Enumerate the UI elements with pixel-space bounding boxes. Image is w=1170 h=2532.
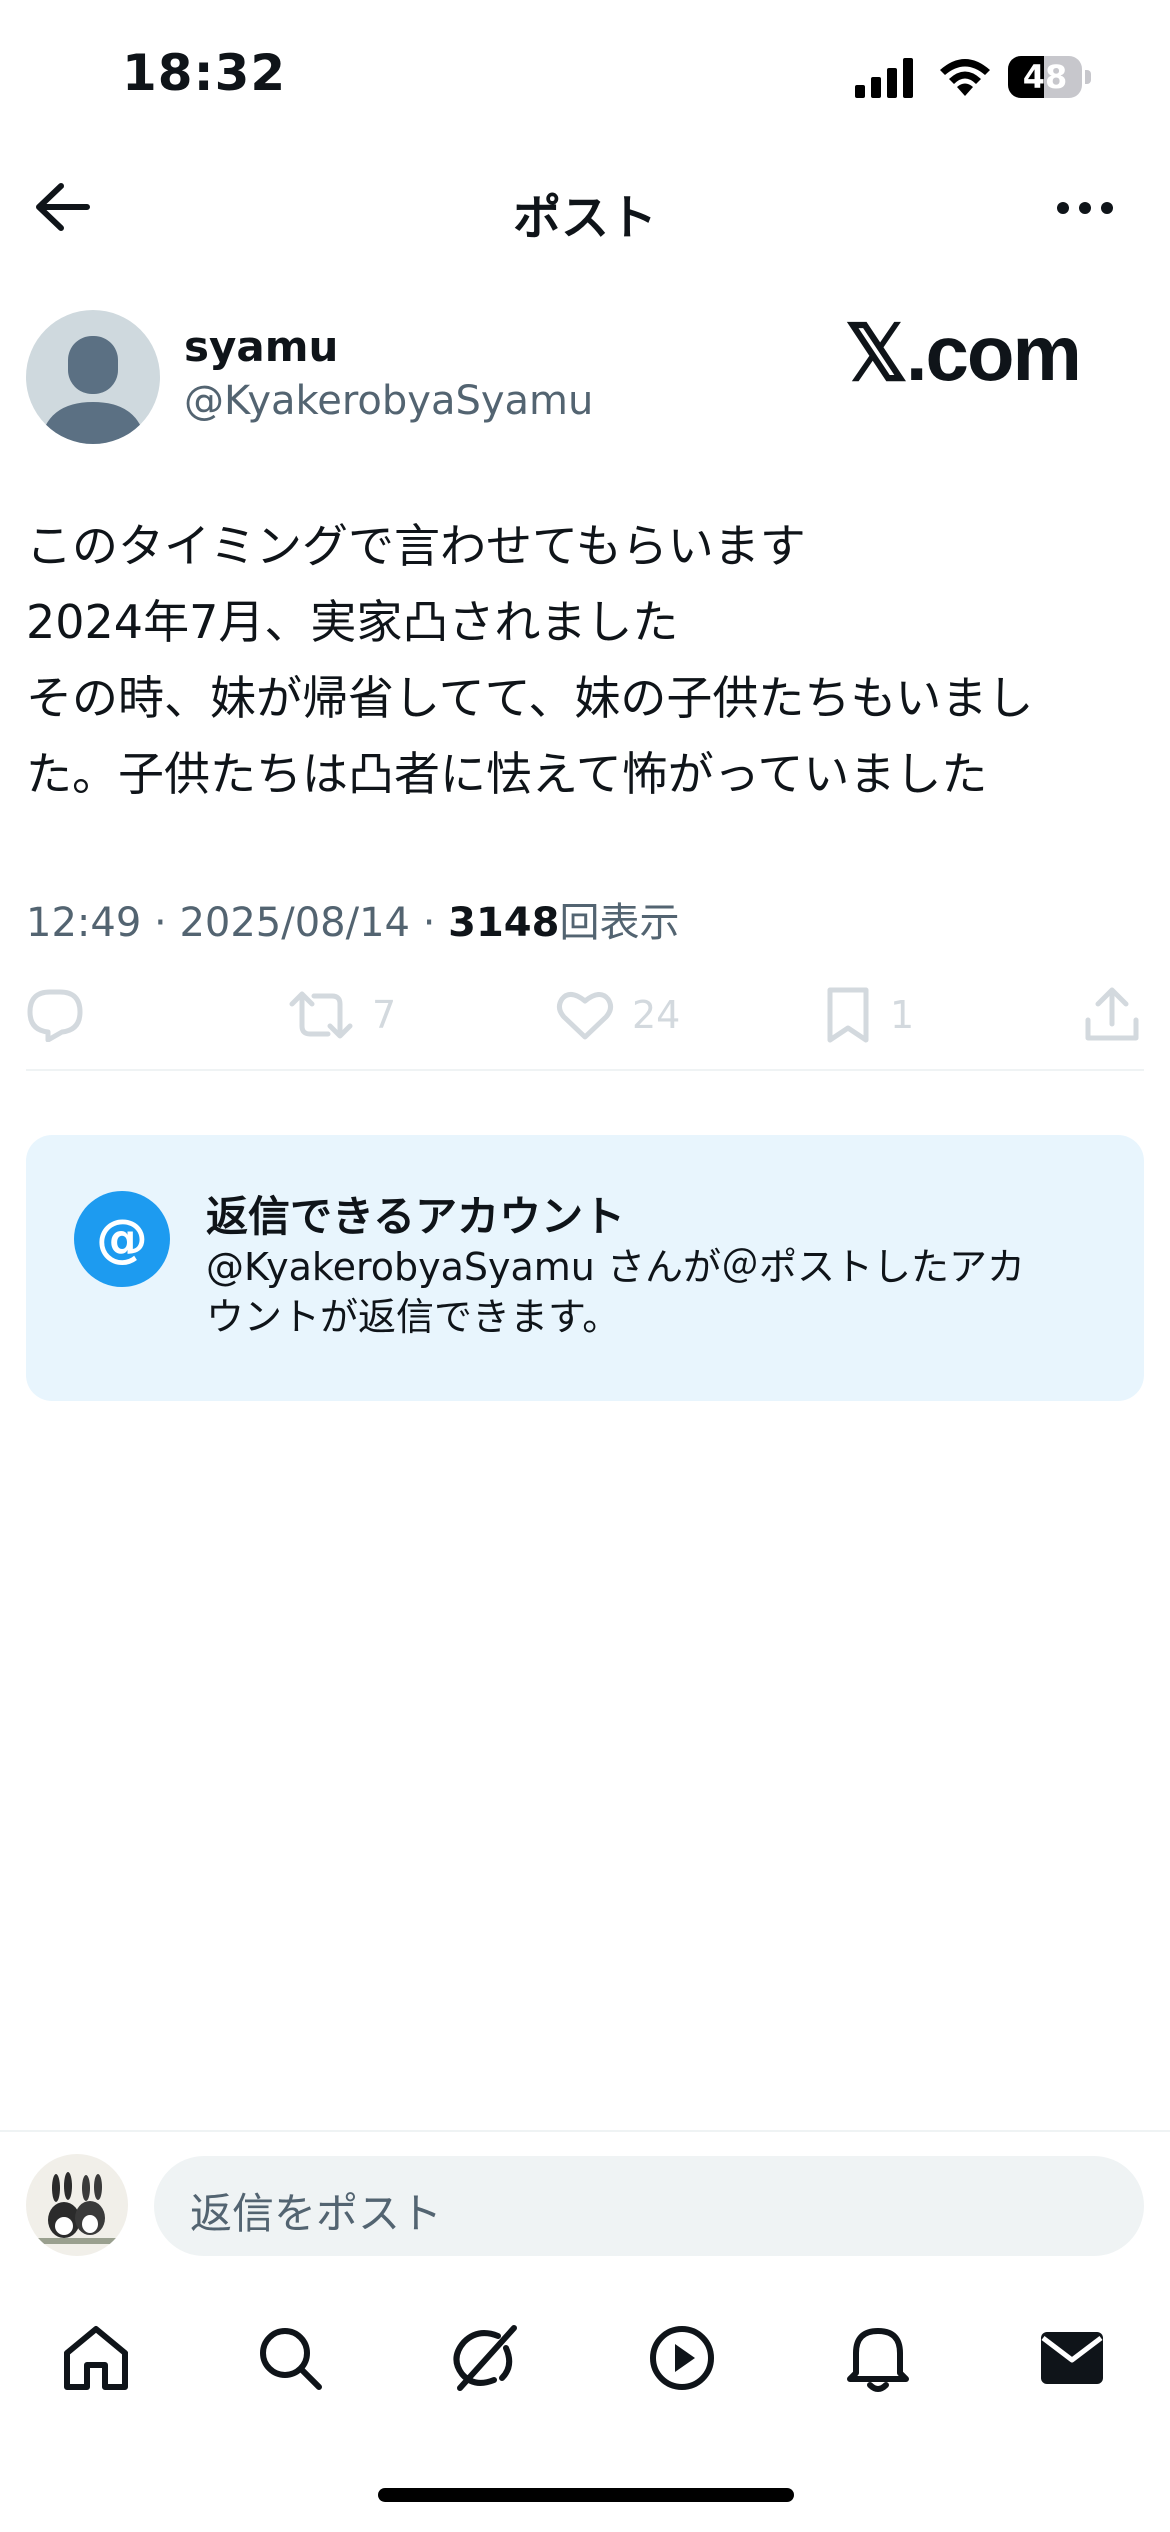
battery-level: 48 xyxy=(1022,58,1068,96)
tab-messages[interactable] xyxy=(1034,2320,1110,2396)
post-meta: 12:49 · 2025/08/14 · 3148回表示 xyxy=(26,890,679,948)
repost-count: 7 xyxy=(372,993,397,1037)
video-icon xyxy=(650,2326,714,2390)
views-label: 回表示 xyxy=(559,900,680,946)
post-date: 2025/08/14 xyxy=(179,900,410,946)
home-indicator xyxy=(378,2488,794,2502)
meta-separator: · xyxy=(141,900,180,946)
user-avatar[interactable] xyxy=(26,2154,128,2256)
bookmark-button[interactable]: 1 xyxy=(824,985,914,1045)
tab-search[interactable] xyxy=(252,2320,328,2396)
author-handle[interactable]: @KyakerobyaSyamu xyxy=(184,378,593,424)
post-line: このタイミングで言わせてもらいます xyxy=(26,519,806,573)
bookmark-icon xyxy=(827,987,869,1043)
bookmark-count: 1 xyxy=(890,993,915,1037)
rabbits-avatar-image xyxy=(36,2172,118,2244)
tab-video[interactable] xyxy=(644,2320,720,2396)
author-name[interactable]: syamu xyxy=(184,322,338,371)
signal-icon xyxy=(855,58,913,98)
page-title: ポスト xyxy=(512,190,657,246)
post-line: その時、妹が帰省してて、妹の子供たちもいまし xyxy=(26,671,1034,725)
notifications-icon xyxy=(847,2328,909,2392)
post-time: 12:49 xyxy=(26,900,142,946)
battery-icon: 48 xyxy=(1008,56,1092,100)
compose-divider xyxy=(0,2130,1170,2132)
messages-icon xyxy=(1041,2332,1103,2384)
tab-home[interactable] xyxy=(58,2320,134,2396)
home-icon xyxy=(64,2326,128,2390)
default-avatar-icon xyxy=(40,336,146,444)
share-button[interactable] xyxy=(1084,985,1158,1045)
like-button[interactable]: 24 xyxy=(556,985,680,1045)
more-button[interactable] xyxy=(1050,180,1120,236)
reply-input-placeholder[interactable]: 返信をポスト xyxy=(190,2180,442,2241)
author-avatar[interactable] xyxy=(26,310,160,444)
reply-settings-line: @KyakerobyaSyamu さんが＠ポストしたアカ xyxy=(206,1245,1025,1289)
views-count: 3148 xyxy=(448,900,560,946)
divider xyxy=(26,1069,1144,1071)
reply-settings-title: 返信できるアカウント xyxy=(206,1192,626,1241)
xcom-watermark: 𝕏.com xyxy=(845,309,1082,397)
reply-button[interactable] xyxy=(26,985,102,1045)
search-icon xyxy=(260,2328,322,2390)
status-time: 18:32 xyxy=(122,44,287,102)
post-line: 2024年7月、実家凸されました xyxy=(26,595,679,649)
repost-button[interactable]: 7 xyxy=(288,985,396,1045)
meta-separator: · xyxy=(409,900,449,946)
wifi-icon xyxy=(940,59,990,96)
at-icon: @ xyxy=(74,1191,170,1287)
post-line: た。子供たちは凸者に怯えて怖がっていました xyxy=(26,747,988,801)
tab-notifications[interactable] xyxy=(840,2320,916,2396)
share-icon xyxy=(1085,987,1139,1041)
like-count: 24 xyxy=(632,993,681,1037)
reply-settings-line: ウントが返信できます。 xyxy=(206,1295,621,1339)
grok-icon xyxy=(453,2325,517,2391)
more-horizontal-icon xyxy=(1057,202,1113,214)
post-text: このタイミングで言わせてもらいます 2024年7月、実家凸されました その時、妹… xyxy=(26,508,1136,812)
repost-icon xyxy=(289,991,353,1039)
reply-settings-description: @KyakerobyaSyamu さんが＠ポストしたアカ ウントが返信できます。 xyxy=(206,1242,1086,1342)
tab-grok[interactable] xyxy=(446,2320,522,2396)
like-icon xyxy=(556,992,614,1040)
reply-icon xyxy=(27,989,83,1042)
